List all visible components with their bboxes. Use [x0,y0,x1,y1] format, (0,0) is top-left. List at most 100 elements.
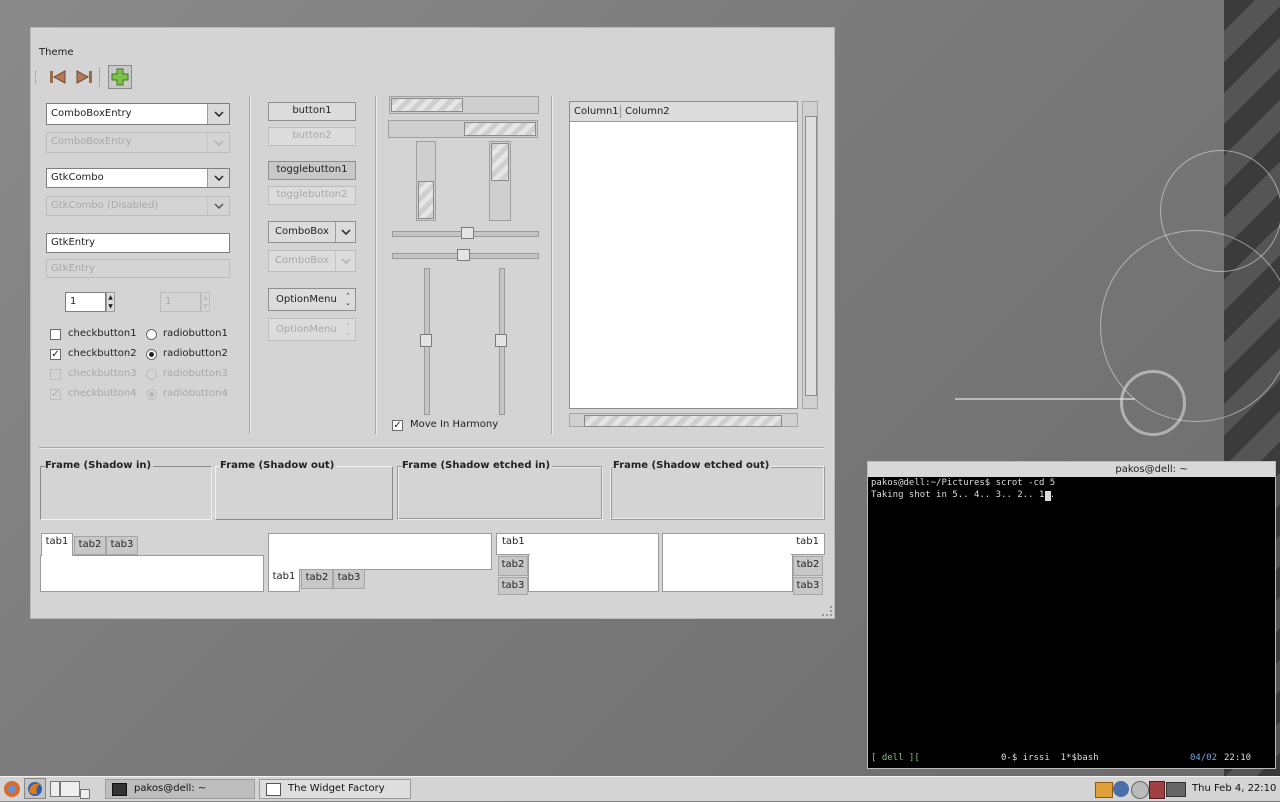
tab-left-1[interactable]: tab1 [496,533,530,555]
spin-button-disabled: 1 [160,292,201,312]
separator [551,96,553,434]
screen-status-left: [ dell ][ [871,753,920,763]
task-widget-factory[interactable]: The Widget Factory [259,779,411,799]
search-icon[interactable] [1131,781,1149,799]
combobox-entry-disabled: ComboBoxEntry [46,132,230,153]
terminal-title[interactable]: pakos@dell: ~ [868,462,1275,477]
column-divider [620,105,621,118]
window-icon [266,783,281,796]
add-icon[interactable] [108,65,132,89]
tab-top-1[interactable]: tab1 [41,533,73,556]
updown-icon: ⌃ ⌄ [345,292,351,307]
button1[interactable]: button1 [268,102,356,121]
firefox-icon[interactable] [24,778,46,799]
tab-left-3[interactable]: tab3 [498,577,528,595]
gtk-entry-disabled-text: GtkEntry [51,263,96,274]
togglebutton1[interactable]: togglebutton1 [268,161,356,180]
app-icon[interactable] [1149,781,1165,799]
progress-fill [418,181,434,219]
chevron-down-icon [207,133,229,152]
spin-arrows-disabled: ▲ ▼ [201,292,210,312]
radiobutton2-label[interactable]: radiobutton2 [163,348,228,359]
combobox-text: ComboBox [275,226,329,237]
gtk-combo-disabled-text: GtkCombo (Disabled) [51,200,159,211]
gtk-combo[interactable]: GtkCombo [46,168,230,188]
hscale-2-handle[interactable] [457,249,470,261]
move-in-harmony-checkbox[interactable]: ✓ [392,420,403,431]
vscale-2-handle[interactable] [495,334,507,347]
notebook-right-page [662,533,793,592]
vertical-scrollbar[interactable] [802,101,818,409]
checkbutton3-box [50,369,61,380]
first-icon[interactable] [49,69,67,85]
resize-grip[interactable] [822,606,832,616]
chevron-down-icon[interactable] [335,222,355,242]
tab-top-3[interactable]: tab3 [106,536,138,555]
terminal-window[interactable]: pakos@dell: ~ pakos@dell:~/Pictures$ scr… [867,461,1276,769]
spin-button[interactable]: 1 [65,292,106,312]
spin-arrows[interactable]: ▲ ▼ [106,292,115,312]
workspace-1[interactable] [50,781,60,797]
task-terminal[interactable]: pakos@dell: ~ [105,779,255,799]
tab-left-2[interactable]: tab2 [498,556,528,576]
tab-right-2[interactable]: tab2 [793,556,823,576]
tree-view[interactable]: Column1 Column2 [569,101,798,409]
hscale-1-handle[interactable] [461,227,474,239]
tab-top-2[interactable]: tab2 [74,536,106,555]
tree-header: Column1 Column2 [570,102,797,122]
task-terminal-label: pakos@dell: ~ [134,783,207,794]
vertical-scrollbar-thumb[interactable] [805,116,817,396]
gtk-combo-text: GtkCombo [51,172,104,183]
last-icon[interactable] [75,69,93,85]
tab-bottom-2[interactable]: tab2 [301,569,333,589]
tab-right-3[interactable]: tab3 [793,577,823,595]
folder-icon[interactable] [1095,782,1113,798]
frame-shadow-out [215,466,393,520]
workspace-3[interactable] [80,789,90,799]
column-header-1[interactable]: Column1 [574,106,619,117]
tab-bottom-1[interactable]: tab1 [268,569,300,592]
chevron-down-icon [207,197,229,215]
tab-bottom-3[interactable]: tab3 [333,569,365,589]
frame-shadow-etched-in-label: Frame (Shadow etched in) [402,460,553,471]
workspace-switcher[interactable] [50,781,90,799]
checkbutton2-label[interactable]: checkbutton2 [68,348,137,359]
toolbar-grip[interactable] [35,71,39,83]
clock[interactable]: Thu Feb 4, 22:10 [1192,782,1276,796]
globe-icon[interactable] [1113,781,1129,797]
spin-button-value: 1 [70,296,77,307]
progress-bar-vertical-reversed [489,141,511,221]
combobox-disabled: ComboBox [268,250,356,272]
gtk-entry[interactable]: GtkEntry [46,233,230,253]
progress-fill [391,98,463,112]
combobox-entry[interactable]: ComboBoxEntry [46,103,230,125]
progress-bar-horizontal-reversed [388,120,538,138]
radiobutton1-circle[interactable] [146,329,157,340]
checkbutton1-label[interactable]: checkbutton1 [68,328,137,339]
task-widget-factory-label: The Widget Factory [288,783,385,794]
notebook-top-page [40,555,264,592]
checkbutton1-box[interactable] [50,329,61,340]
radiobutton1-label[interactable]: radiobutton1 [163,328,228,339]
horizontal-scrollbar-thumb[interactable] [584,415,782,427]
radiobutton2-circle[interactable] [146,349,157,360]
workspace-2[interactable] [60,781,80,797]
monitor-icon[interactable] [1166,782,1186,797]
radiobutton4-label: radiobutton4 [163,388,228,399]
radiobutton3-circle [146,369,157,380]
terminal-cursor [1045,491,1051,501]
column-header-2[interactable]: Column2 [625,106,670,117]
move-in-harmony-label[interactable]: Move In Harmony [410,419,498,430]
tab-right-1[interactable]: tab1 [791,533,825,555]
chevron-down-icon[interactable] [207,169,229,187]
option-menu[interactable]: OptionMenu ⌃ ⌄ [268,288,356,311]
checkbutton2-box[interactable]: ✓ [50,349,61,360]
combobox[interactable]: ComboBox [268,221,356,243]
separator [39,447,824,449]
start-menu-icon[interactable] [2,779,22,799]
chevron-down-icon[interactable] [207,104,229,124]
horizontal-scrollbar[interactable] [569,413,798,427]
vscale-1-handle[interactable] [420,334,432,347]
combobox-entry-disabled-text: ComboBoxEntry [51,136,132,147]
togglebutton2: togglebutton2 [268,186,356,205]
